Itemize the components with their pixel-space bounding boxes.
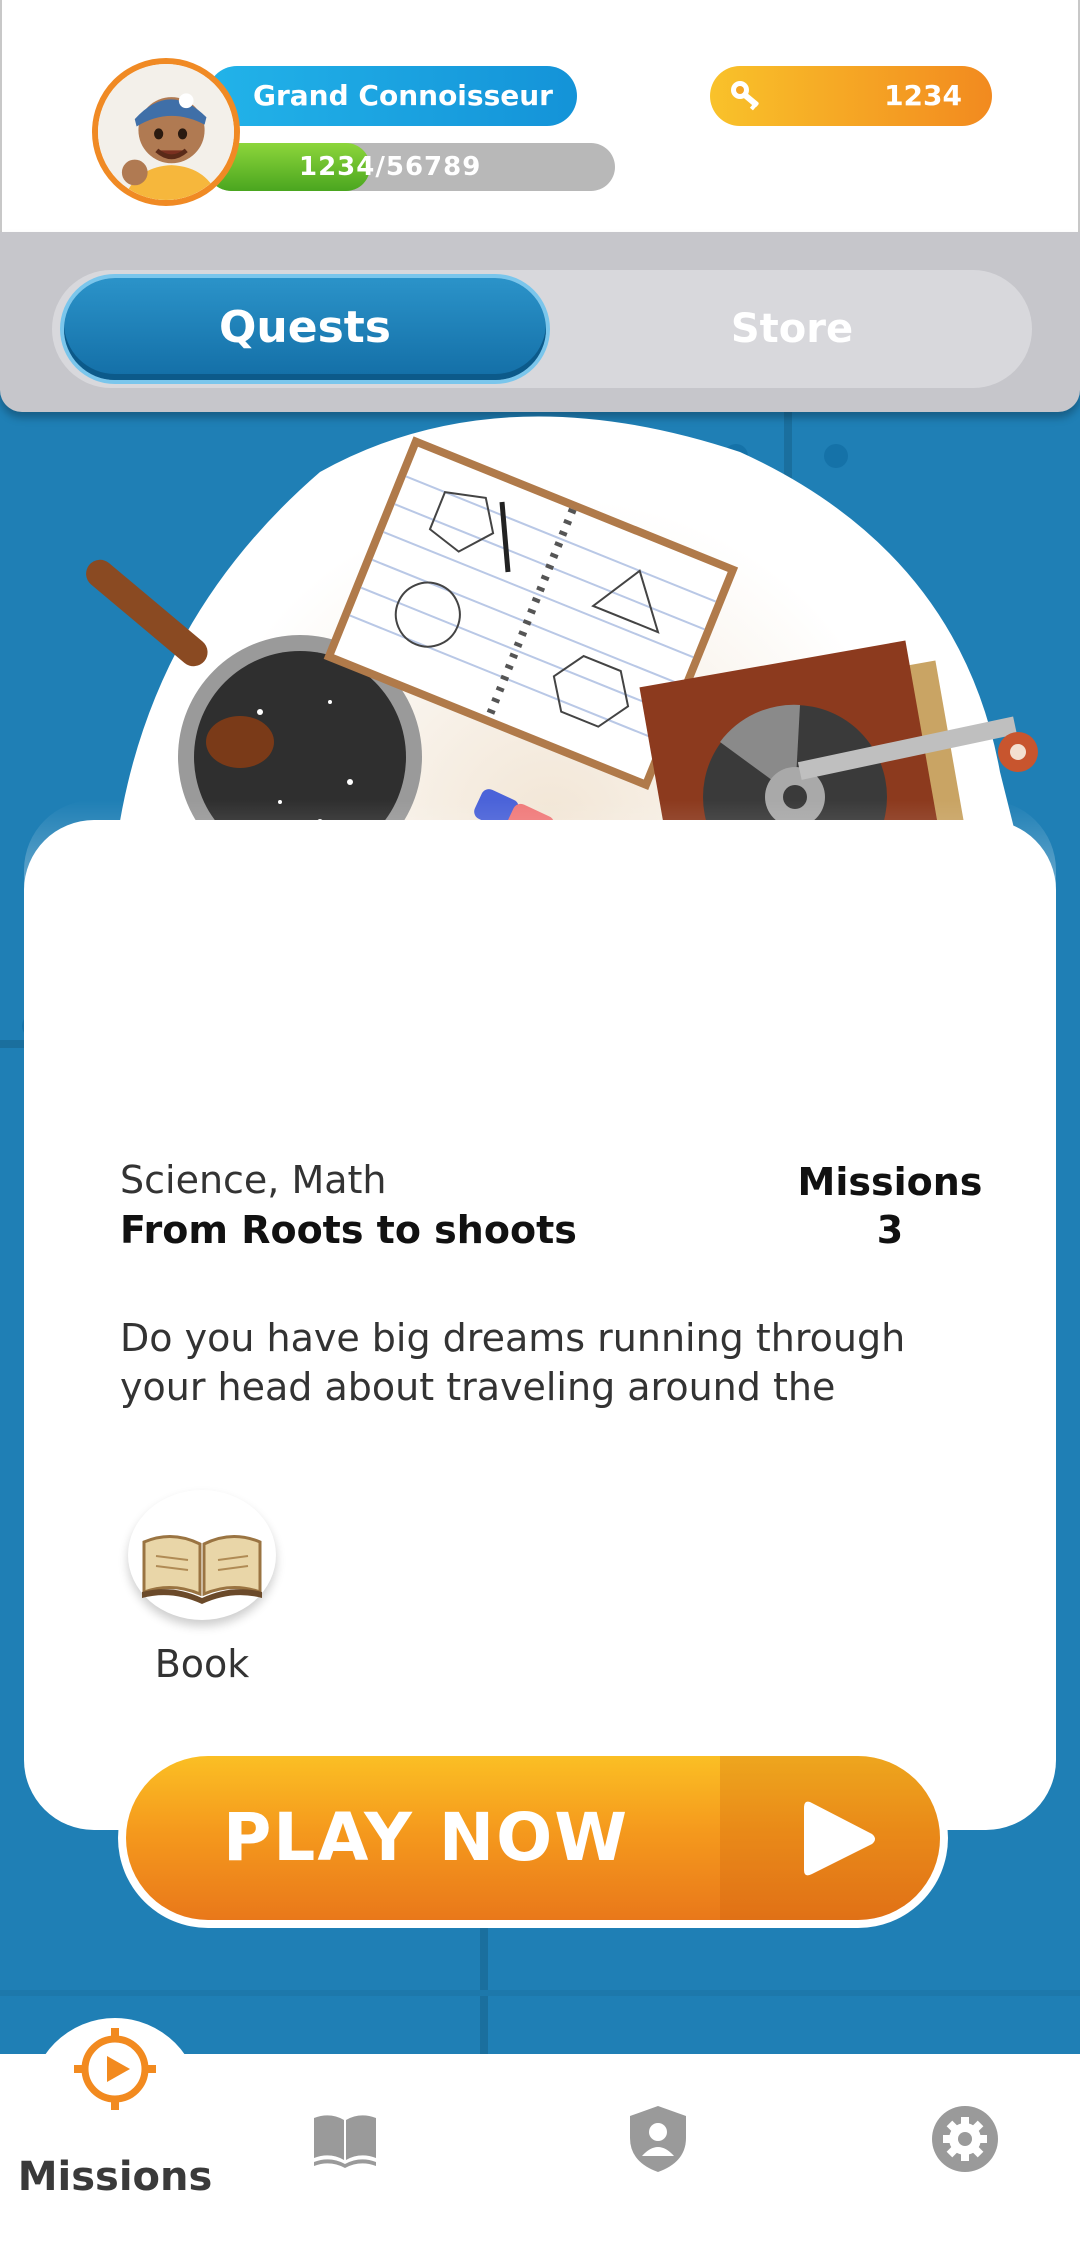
character-avatar-icon bbox=[98, 64, 234, 200]
tab-track: Quests Store bbox=[52, 270, 1032, 388]
missions-label: Missions bbox=[797, 1160, 983, 1204]
quest-subjects: Science, Math bbox=[120, 1158, 387, 1202]
xp-progress-bar: 1234/56789 bbox=[207, 143, 615, 191]
nav-label-missions: Missions bbox=[17, 2154, 213, 2200]
rank-title-badge: Grand Connoisseur bbox=[207, 66, 577, 126]
tab-store[interactable]: Store bbox=[552, 278, 1032, 380]
open-book-icon bbox=[142, 1535, 262, 1604]
bg-divider bbox=[0, 1990, 1080, 1996]
nav-item-library[interactable] bbox=[290, 2054, 400, 2244]
missions-count: 3 bbox=[876, 1208, 904, 1252]
play-icon bbox=[804, 1801, 875, 1876]
tab-quests[interactable]: Quests bbox=[64, 278, 546, 380]
book-icon bbox=[314, 2115, 376, 2168]
play-now-label: PLAY NOW bbox=[222, 1799, 630, 1876]
nav-item-settings[interactable] bbox=[910, 2054, 1020, 2244]
xp-progress-text: 1234/56789 bbox=[299, 152, 482, 182]
keys-counter[interactable]: 1234 bbox=[710, 66, 992, 126]
profile-header: Grand Connoisseur 1234/56789 1234 bbox=[0, 0, 1080, 232]
play-now-button[interactable]: PLAY NOW bbox=[118, 1748, 948, 1928]
book-resource-label: Book bbox=[154, 1642, 250, 1686]
book-resource-button[interactable] bbox=[128, 1490, 276, 1620]
avatar[interactable] bbox=[92, 58, 240, 206]
compass-icon bbox=[74, 2028, 156, 2110]
nav-item-missions[interactable]: Missions bbox=[10, 2028, 220, 2244]
tab-switcher: Quests Store bbox=[0, 232, 1080, 412]
profile-shield-icon bbox=[630, 2106, 686, 2172]
key-icon bbox=[731, 81, 759, 111]
quest-description: Do you have big dreams running through y… bbox=[120, 1316, 906, 1409]
nav-item-profile[interactable] bbox=[604, 2054, 714, 2244]
keys-count: 1234 bbox=[884, 79, 962, 112]
quest-title: From Roots to shoots bbox=[120, 1208, 577, 1252]
gear-icon bbox=[932, 2106, 998, 2172]
